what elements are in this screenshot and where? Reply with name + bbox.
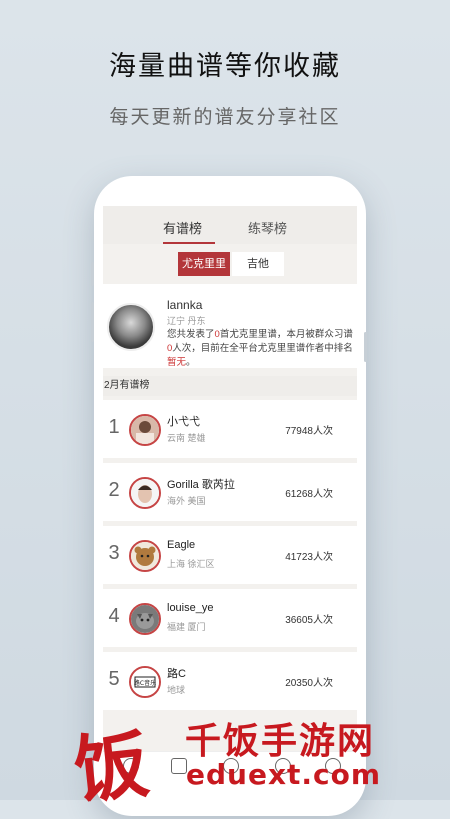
profile-name: lannka bbox=[167, 298, 203, 312]
nav-music-icon[interactable] bbox=[223, 758, 239, 774]
promo-headline: 海量曲谱等你收藏 bbox=[109, 51, 341, 81]
user-location: 福建 厦门 bbox=[167, 622, 206, 632]
nav-person-icon[interactable] bbox=[275, 758, 291, 774]
tab-practice-rank[interactable]: 练琴榜 bbox=[248, 218, 287, 237]
user-location: 上海 徐汇区 bbox=[167, 559, 215, 569]
bottom-nav bbox=[103, 751, 357, 800]
user-name: 路C bbox=[167, 668, 186, 680]
tab-bar: 有谱榜 练琴榜 bbox=[103, 206, 357, 244]
rank-number: 1 bbox=[108, 416, 120, 438]
user-avatar[interactable]: 路C音乐 bbox=[129, 666, 161, 698]
practice-count: 77948人次 bbox=[285, 426, 333, 437]
promo-subline: 每天更新的谱友分享社区 bbox=[109, 107, 341, 128]
rank-number: 2 bbox=[108, 479, 120, 501]
ranking-row[interactable]: 1 小弋弋 云南 楚雄 77948人次 bbox=[103, 400, 357, 458]
phone-side-button bbox=[364, 332, 367, 362]
app-screen: 有谱榜 练琴榜 尤克里里 吉他 lannka 辽宁 丹东 您共发表了0首尤克里里… bbox=[103, 206, 357, 800]
practice-count: 36605人次 bbox=[285, 615, 333, 626]
tab-underline bbox=[163, 242, 215, 244]
user-name: louise_ye bbox=[167, 602, 214, 614]
rank-value: 暂无 bbox=[167, 357, 187, 368]
phone-side-button bbox=[91, 262, 94, 286]
tab-youpu-rank[interactable]: 有谱榜 bbox=[163, 218, 202, 237]
phone-side-button bbox=[91, 302, 94, 342]
user-avatar[interactable] bbox=[129, 414, 161, 446]
ranking-row[interactable]: 5 路C音乐 路C 地球 20350人次 bbox=[103, 652, 357, 710]
user-location: 海外 美国 bbox=[167, 496, 206, 506]
user-name: Gorilla 歌芮拉 bbox=[167, 479, 235, 491]
user-name: Eagle bbox=[167, 539, 196, 551]
user-location: 云南 楚雄 bbox=[167, 433, 206, 443]
user-name: 小弋弋 bbox=[167, 416, 200, 428]
rank-number: 4 bbox=[108, 605, 120, 627]
profile-card[interactable]: lannka 辽宁 丹东 您共发表了0首尤克里里谱，本月被群众习谱0人次，目前在… bbox=[103, 284, 357, 368]
nav-heart-icon[interactable] bbox=[171, 758, 187, 774]
segment-ukulele[interactable]: 尤克里里 bbox=[178, 252, 230, 276]
profile-location: 辽宁 丹东 bbox=[167, 316, 206, 326]
nav-home-icon[interactable] bbox=[123, 758, 139, 774]
rank-number: 5 bbox=[108, 668, 120, 690]
ranking-row[interactable]: 3 Eagle 上海 徐汇区 41723人次 bbox=[103, 526, 357, 584]
practice-count: 20350人次 bbox=[285, 678, 333, 689]
segment-guitar[interactable]: 吉他 bbox=[232, 252, 284, 276]
rank-number: 3 bbox=[108, 542, 120, 564]
ranking-row[interactable]: 2 Gorilla 歌芮拉 海外 美国 61268人次 bbox=[103, 463, 357, 521]
user-location: 地球 bbox=[167, 685, 186, 695]
user-avatar[interactable] bbox=[129, 603, 161, 635]
user-avatar[interactable] bbox=[129, 540, 161, 572]
avatar-logo-text: 路C音乐 bbox=[134, 679, 156, 687]
ranking-row[interactable]: 4 louise_ye 福建 厦门 36605人次 bbox=[103, 589, 357, 647]
section-title: 2月有谱榜 bbox=[103, 376, 357, 396]
avatar[interactable] bbox=[107, 303, 155, 351]
practice-count: 41723人次 bbox=[285, 552, 333, 563]
practice-count: 61268人次 bbox=[285, 489, 333, 500]
nav-more-icon[interactable] bbox=[325, 758, 341, 774]
user-avatar[interactable] bbox=[129, 477, 161, 509]
profile-description: 您共发表了0首尤克里里谱，本月被群众习谱0人次，目前在全平台尤克里里谱作者中排名… bbox=[167, 329, 353, 368]
